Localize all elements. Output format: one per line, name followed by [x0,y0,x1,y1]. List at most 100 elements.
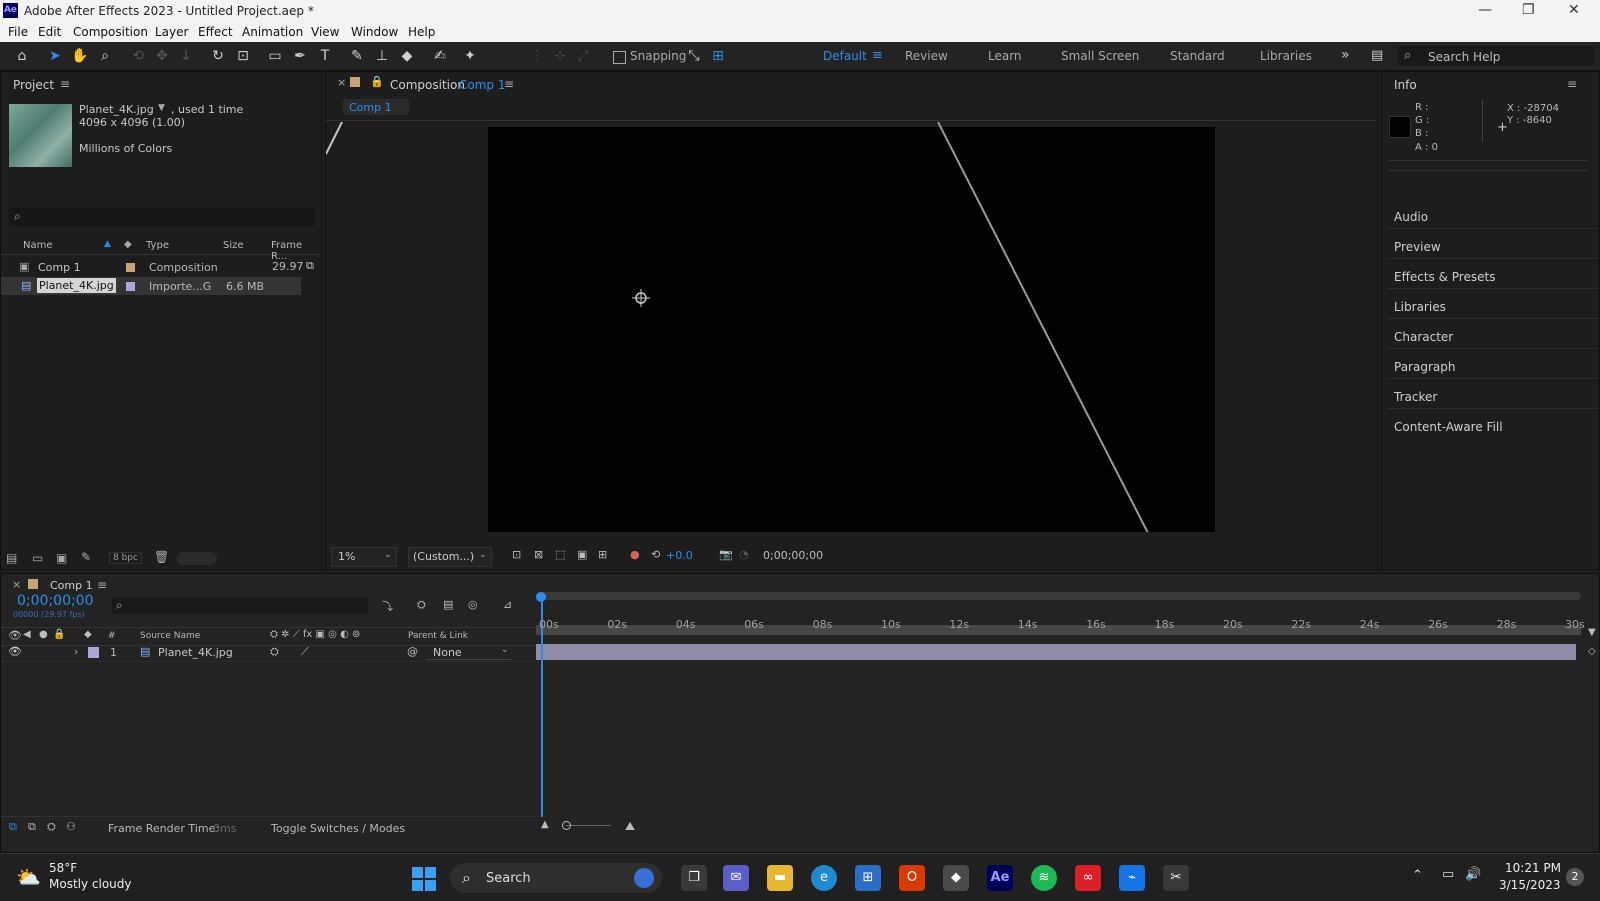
zoom-tool-icon[interactable]: ⌕ [95,46,115,66]
layer-name[interactable]: Planet_4K.jpg [158,646,233,659]
workspace-review[interactable]: Review [905,49,948,63]
orbit-camera-icon[interactable]: ⟲ [128,46,148,66]
column-source-name[interactable]: Source Name [140,631,200,641]
info-panel-title[interactable]: Info [1394,78,1417,92]
world-axis-icon[interactable]: ⤢ [573,46,593,66]
parent-dropdown[interactable]: None ⌄ [426,645,511,660]
home-icon[interactable]: ⌂ [12,46,32,66]
type-tool-icon[interactable]: T [315,46,335,66]
restore-icon[interactable]: ❐ [1522,2,1535,18]
info-panel-menu-icon[interactable]: ≡ [1567,77,1577,91]
work-area-bar[interactable] [536,592,1581,600]
region-of-interest-icon[interactable]: ▣ [577,548,587,561]
composition-viewer[interactable] [326,122,1377,532]
solo-icon[interactable]: ● [39,629,48,640]
timeline-current-time[interactable]: 0;00;00;00 [17,593,94,609]
motion-blur-icon[interactable]: ◎ [468,598,478,611]
menu-help[interactable]: Help [408,25,435,39]
timeline-navigator-end-icon[interactable]: ▼ [1588,627,1596,638]
search-help-field[interactable]: ⌕ Search Help [1398,46,1594,66]
layer-switches-toggle-icon[interactable]: ⧉ [9,820,17,834]
label-color-swatch[interactable] [126,282,135,291]
lock-icon[interactable]: 🔒 [370,75,384,88]
menu-animation[interactable]: Animation [242,25,303,39]
creative-cloud-icon[interactable]: ∞ [1075,865,1101,891]
adjust-settings-icon[interactable]: ✎ [81,550,91,564]
snapping-checkbox[interactable] [613,51,626,64]
align-icon[interactable]: ⋮ [527,46,547,66]
comp-current-time[interactable]: 0;00;00;00 [763,549,823,562]
resolution-dropdown[interactable]: (Custom...) ⌄ [408,547,492,567]
shy-switch-icon[interactable]: ⛭ [270,645,279,659]
panel-tracker[interactable]: Tracker [1394,390,1437,404]
workspace-libraries[interactable]: Libraries [1260,49,1312,63]
pan-behind-tool-icon[interactable]: ⊡ [233,46,253,66]
axis-mode-icon[interactable]: ⊹ [550,46,570,66]
fast-previews-icon[interactable]: ⊡ [512,548,521,561]
layer-visibility-icon[interactable]: 👁 [8,645,22,658]
clone-stamp-tool-icon[interactable]: ⊥ [372,46,392,66]
project-item-name[interactable]: Planet_4K.jpg [37,278,116,293]
notification-badge[interactable]: 2 [1566,868,1584,886]
new-folder-icon[interactable]: ▭ [32,551,43,565]
comp-panel-menu-icon[interactable]: ≡ [504,77,514,91]
panel-libraries[interactable]: Libraries [1394,300,1446,314]
taskbar-search-box[interactable]: ⌕ Search [450,863,662,893]
after-effects-taskbar-icon[interactable]: Ae [987,865,1013,891]
more-workspaces-icon[interactable]: » [1341,47,1350,63]
panel-content-aware-fill[interactable]: Content-Aware Fill [1394,420,1503,434]
file-explorer-icon[interactable]: ▬ [767,865,793,891]
teams-chat-icon[interactable]: ✉ [723,865,749,891]
snapshot-camera-icon[interactable]: 📷 [719,548,733,561]
close-panel-icon[interactable]: × [12,578,21,591]
task-view-icon[interactable]: ❐ [681,865,707,891]
menu-view[interactable]: View [311,25,339,39]
weather-temperature[interactable]: 58°F [49,861,77,875]
trash-icon[interactable]: 🗑 [154,550,169,564]
menu-window[interactable]: Window [351,25,398,39]
in-out-toggle-icon[interactable]: ⛭ [47,820,56,834]
hand-tool-icon[interactable]: ✋ [70,46,90,66]
minimize-icon[interactable]: — [1478,2,1492,18]
workspace-small-screen[interactable]: Small Screen [1061,49,1139,63]
new-composition-icon[interactable]: ▣ [56,551,67,565]
transfer-controls-toggle-icon[interactable]: ⧉ [28,820,36,834]
video-visibility-icon[interactable]: 👁 [8,629,22,642]
project-search-input[interactable]: ⌕ [9,208,315,226]
graph-editor-icon[interactable]: ⊿ [503,598,512,611]
roto-brush-tool-icon[interactable]: ✍ [430,46,450,66]
pick-whip-icon[interactable]: @ [407,645,418,658]
weather-description[interactable]: Mostly cloudy [49,877,132,891]
tab-comp1[interactable]: Comp 1 [343,99,409,115]
workspace-keyboard-icon[interactable]: ▤ [1371,48,1383,63]
column-type[interactable]: Type [146,240,169,251]
network-icon[interactable]: ▭ [1442,867,1454,882]
exposure-value[interactable]: +0.0 [666,549,693,562]
edge-browser-icon[interactable]: e [811,865,837,891]
project-item-row[interactable]: ▤ Planet_4K.jpg Importe...G 6.6 MB [1,277,301,295]
timeline-tab-label[interactable]: Comp 1 [50,579,93,592]
layer-duration-bar[interactable] [536,644,1576,660]
workspace-menu-icon[interactable]: ≡ [872,48,883,63]
snap-edges-icon[interactable]: ⤡ [684,46,704,66]
transparency-grid-icon[interactable]: ⊠ [534,548,543,561]
selection-tool-icon[interactable]: ➤ [45,46,65,66]
clock-time[interactable]: 10:21 PM [1505,861,1561,875]
bit-depth-button[interactable]: 8 bpc [109,552,142,564]
pen-tool-icon[interactable]: ✒ [290,46,310,66]
zoom-in-time-icon[interactable]: ⛰ [625,819,635,834]
frame-blending-icon[interactable]: ▤ [443,598,453,611]
panel-effects-presets[interactable]: Effects & Presets [1394,270,1495,284]
reset-exposure-icon[interactable]: ⟲ [651,548,660,561]
rotation-tool-icon[interactable]: ↻ [208,46,228,66]
label-tag-icon[interactable]: ◆ [84,629,92,640]
composition-name[interactable]: Comp 1 [459,78,505,92]
volume-icon[interactable]: 🔊 [1465,867,1481,882]
spotify-icon[interactable]: ≋ [1031,865,1057,891]
time-zoom-slider-track[interactable] [566,825,611,826]
menu-layer[interactable]: Layer [155,25,188,39]
color-channels-icon[interactable]: ● [630,548,640,561]
clock-date[interactable]: 3/15/2023 [1499,878,1561,892]
comp-mini-flowchart-icon[interactable]: ⤵ [382,598,393,614]
dolly-camera-icon[interactable]: ↓ [176,46,196,66]
